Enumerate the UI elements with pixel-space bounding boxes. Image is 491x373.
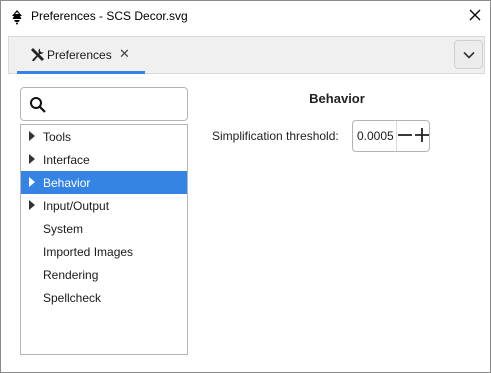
- tree-item-system[interactable]: System: [21, 217, 187, 240]
- tab-label: Preferences: [47, 48, 112, 62]
- title-bar[interactable]: Preferences - SCS Decor.svg: [1, 1, 490, 32]
- tree-item-input-output[interactable]: Input/Output: [21, 194, 187, 217]
- expander-arrow-icon[interactable]: [29, 131, 35, 141]
- tree-item-label: Tools: [43, 130, 72, 144]
- simplification-threshold-label: Simplification threshold:: [212, 129, 339, 143]
- search-icon: [29, 96, 47, 114]
- tab-active-indicator: [17, 71, 145, 74]
- tree-item-label: Interface: [43, 153, 90, 167]
- expander-arrow-icon[interactable]: [29, 154, 35, 164]
- window-close-button[interactable]: [460, 1, 490, 32]
- preferences-window: Preferences - SCS Decor.svg Preferences …: [0, 0, 491, 373]
- tabs-menu-button[interactable]: [454, 40, 483, 69]
- expander-arrow-icon[interactable]: [29, 177, 35, 187]
- tree-item-imported-images[interactable]: Imported Images: [21, 240, 187, 263]
- tree-item-spellcheck[interactable]: Spellcheck: [21, 286, 187, 309]
- window-title: Preferences - SCS Decor.svg: [31, 9, 188, 23]
- search-input[interactable]: [53, 94, 181, 114]
- increment-button[interactable]: [413, 121, 430, 151]
- tree-item-label: Spellcheck: [43, 291, 102, 305]
- tab-preferences[interactable]: Preferences ✕: [17, 37, 145, 74]
- decrement-button[interactable]: [396, 121, 413, 151]
- tools-icon: [29, 47, 45, 63]
- tree-item-interface[interactable]: Interface: [21, 148, 187, 171]
- chevron-down-icon: [462, 48, 475, 62]
- tree-item-label: Input/Output: [43, 199, 110, 213]
- tree-item-behavior[interactable]: Behavior: [21, 171, 187, 194]
- close-icon[interactable]: ✕: [119, 46, 130, 62]
- tree-item-rendering[interactable]: Rendering: [21, 263, 187, 286]
- tree-item-tools[interactable]: Tools: [21, 125, 187, 148]
- notebook-tab-bar: Preferences ✕: [8, 36, 485, 74]
- tree-item-label: Imported Images: [43, 245, 134, 259]
- search-box[interactable]: [20, 87, 188, 121]
- plus-icon: [414, 127, 429, 145]
- inkscape-icon: [9, 9, 25, 25]
- preferences-tree: Tools Interface Behavior Input/Output Sy…: [20, 124, 188, 355]
- simplification-threshold-value[interactable]: 0.0005: [357, 129, 397, 143]
- minus-icon: [398, 128, 412, 145]
- simplification-threshold-spinbutton[interactable]: 0.0005: [352, 120, 430, 152]
- page-title: Behavior: [309, 91, 365, 106]
- close-icon: [469, 9, 481, 24]
- tree-item-label: Rendering: [43, 268, 99, 282]
- expander-arrow-icon[interactable]: [29, 200, 35, 210]
- tree-item-label: Behavior: [43, 176, 91, 190]
- tree-item-label: System: [43, 222, 84, 236]
